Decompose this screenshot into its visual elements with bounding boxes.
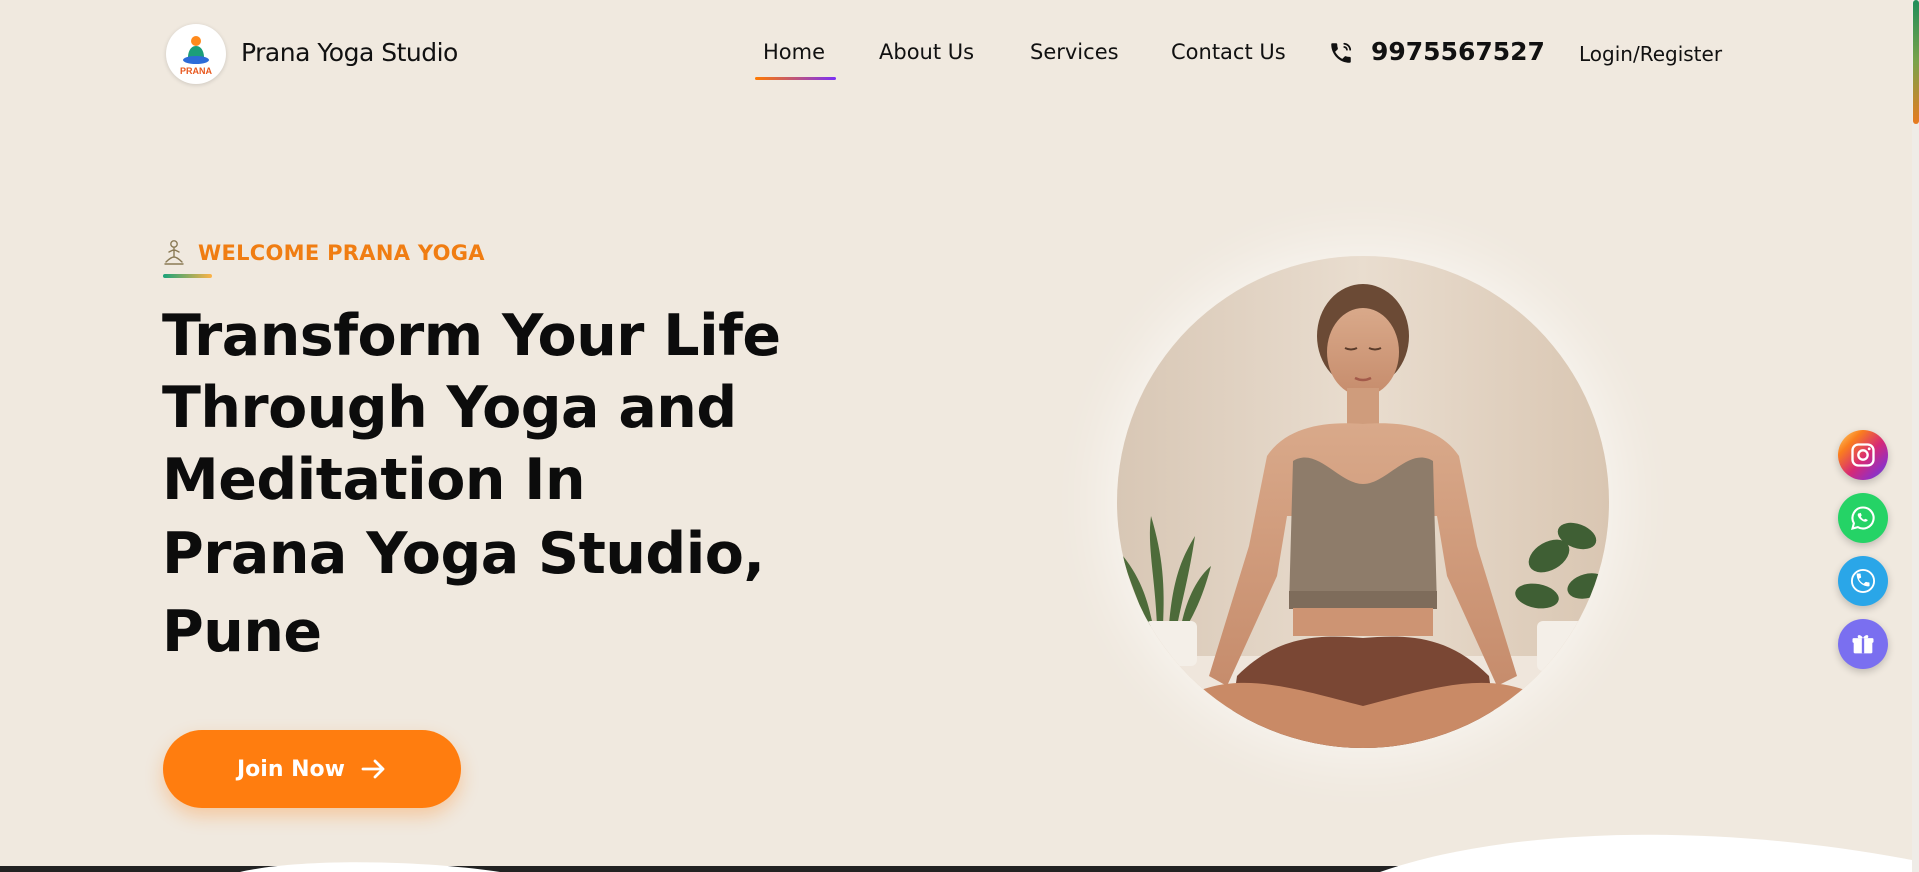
scrollbar-track[interactable]: [1912, 0, 1919, 872]
call-button[interactable]: [1838, 556, 1888, 606]
bottom-wave-divider: [0, 834, 1912, 872]
instagram-button[interactable]: [1838, 430, 1888, 480]
gift-button[interactable]: [1838, 619, 1888, 669]
arrow-right-icon: [361, 759, 385, 779]
headline-line-1: Transform Your Life: [162, 303, 781, 369]
nav-about-us[interactable]: About Us: [879, 40, 974, 64]
nav-active-indicator: [755, 77, 836, 80]
hero-image-woman-meditating: [1117, 256, 1609, 748]
eyebrow-underline: [163, 274, 212, 278]
headline-line-2: Through Yoga and: [162, 375, 737, 441]
logo-text: PRANA: [179, 65, 212, 76]
login-register-link[interactable]: Login/Register: [1579, 42, 1722, 66]
nav-home[interactable]: Home: [763, 40, 825, 64]
logo-yoga-figure-icon: [183, 35, 209, 64]
meditation-icon: [164, 240, 184, 265]
hero-headline: Transform Your Life Through Yoga and Med…: [162, 300, 802, 668]
logo[interactable]: PRANA: [166, 24, 226, 84]
phone-icon[interactable]: [1328, 40, 1354, 66]
phone-icon: [1850, 568, 1876, 594]
nav-services[interactable]: Services: [1030, 40, 1119, 64]
join-now-label: Join Now: [236, 756, 345, 782]
scrollbar-thumb[interactable]: [1913, 0, 1919, 124]
headline-line-4: Prana Yoga Studio,: [162, 521, 765, 587]
instagram-icon: [1851, 443, 1875, 467]
whatsapp-icon: [1851, 506, 1875, 530]
nav-contact-us[interactable]: Contact Us: [1171, 40, 1286, 64]
woman-meditating-photo: [1117, 256, 1609, 748]
site-header: PRANA Prana Yoga Studio Home About Us Se…: [0, 0, 1912, 108]
join-now-button[interactable]: Join Now: [163, 730, 461, 808]
gift-icon: [1852, 635, 1874, 654]
headline-line-3: Meditation In: [162, 447, 586, 513]
hero-eyebrow: WELCOME PRANA YOGA: [198, 241, 485, 265]
brand-name[interactable]: Prana Yoga Studio: [241, 38, 458, 67]
phone-number[interactable]: 9975567527: [1371, 37, 1545, 66]
headline-line-5: Pune: [162, 599, 322, 665]
whatsapp-button[interactable]: [1838, 493, 1888, 543]
